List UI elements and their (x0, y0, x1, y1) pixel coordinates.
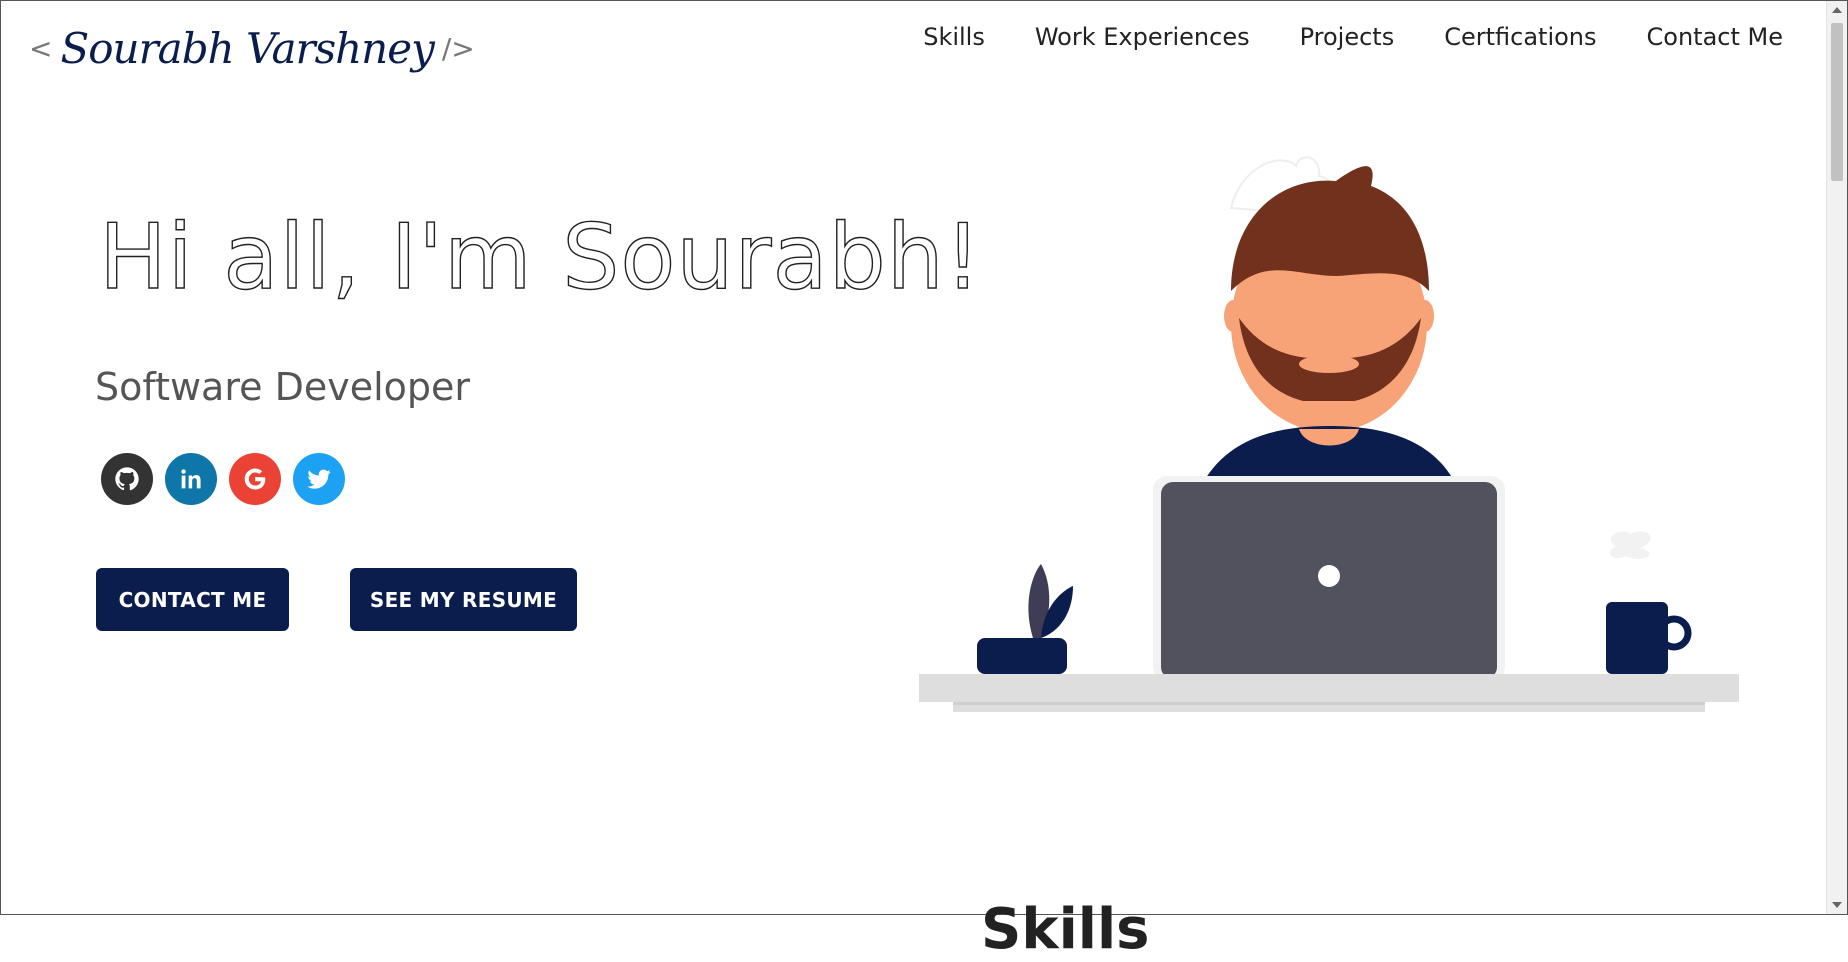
contact-me-button[interactable]: CONTACT ME (96, 568, 289, 631)
nav-projects[interactable]: Projects (1300, 23, 1395, 51)
nav-certifications[interactable]: Certfications (1444, 23, 1596, 51)
skills-section-heading: Skills (981, 897, 1150, 962)
nav-work-experiences[interactable]: Work Experiences (1035, 23, 1250, 51)
linkedin-link[interactable] (165, 453, 217, 505)
google-icon (244, 468, 266, 490)
logo-close-bracket: /> (441, 31, 475, 65)
scroll-down-arrow-icon[interactable] (1832, 902, 1842, 908)
nav-skills[interactable]: Skills (923, 23, 985, 51)
developer-illustration (919, 156, 1739, 712)
github-icon (115, 467, 139, 491)
twitter-link[interactable] (293, 453, 345, 505)
page-scrollbar[interactable] (1826, 1, 1847, 914)
linkedin-icon (181, 469, 201, 489)
twitter-icon (307, 469, 331, 489)
logo-open-bracket: < (29, 31, 53, 65)
main-nav: Skills Work Experiences Projects Certfic… (923, 23, 1783, 51)
github-link[interactable] (101, 453, 153, 505)
scroll-up-arrow-icon[interactable] (1832, 7, 1842, 13)
hero-greeting: Hi all, I'm Sourabh! (98, 204, 982, 310)
nav-contact-me[interactable]: Contact Me (1647, 23, 1783, 51)
logo-name: Sourabh Varshney (60, 23, 434, 73)
see-my-resume-button[interactable]: SEE MY RESUME (350, 568, 577, 631)
social-links (101, 453, 345, 505)
hero-subtitle: Software Developer (95, 365, 471, 409)
logo[interactable]: < Sourabh Varshney /> (29, 13, 475, 83)
google-link[interactable] (229, 453, 281, 505)
scrollbar-thumb[interactable] (1831, 23, 1843, 181)
